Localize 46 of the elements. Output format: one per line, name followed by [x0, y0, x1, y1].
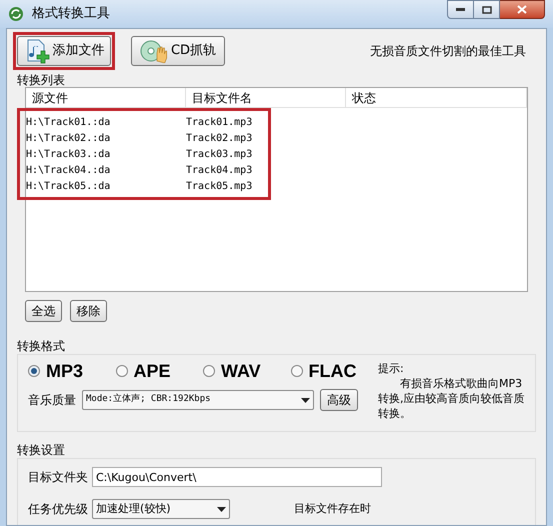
table-cell-text: H:\Track01.:da — [26, 116, 112, 130]
minimize-button[interactable] — [447, 0, 474, 19]
folder-label: 目标文件夹 — [28, 469, 88, 486]
table-cell-text: Track05.mp3 — [186, 180, 252, 194]
quality-label: 音乐质量 — [28, 392, 76, 409]
table-cell-text: H:\Track03.:da — [26, 148, 112, 162]
table-cell-text: Track01.mp3 — [186, 116, 252, 130]
table-cell-text: H:\Track05.:da — [26, 180, 112, 194]
column-header[interactable]: 目标文件名 — [186, 88, 346, 107]
maximize-icon — [482, 6, 492, 14]
remove-button[interactable]: 移除 — [70, 300, 107, 322]
table-cell-text: H:\Track02.:da — [26, 132, 112, 146]
format-radio[interactable]: FLAC — [290, 358, 378, 384]
quality-dropdown[interactable]: Mode:立体声; CBR:192Kbps — [82, 390, 314, 410]
format-radio[interactable]: MP3 — [28, 358, 116, 384]
table-cell-text: Track03.mp3 — [186, 148, 252, 162]
table-cell-text: Track04.mp3 — [186, 164, 252, 178]
settings-title: 转换设置 — [17, 442, 66, 458]
list-title: 转换列表 — [17, 73, 66, 87]
exists-label: 目标文件存在时 — [294, 500, 371, 517]
minimize-icon — [456, 8, 465, 11]
format-title: 转换格式 — [17, 338, 66, 354]
folder-field[interactable]: C:\Kugou\Convert\ — [92, 467, 382, 487]
add-file-button[interactable]: 添加文件 — [17, 36, 111, 66]
column-header[interactable]: 源文件 — [26, 88, 186, 107]
cd-rip-button[interactable]: CD抓轨 — [131, 36, 225, 66]
cd-hand-icon — [140, 39, 168, 63]
priority-dropdown[interactable]: 加速处理(较快) — [92, 499, 230, 519]
advanced-button[interactable]: 高级 — [320, 389, 358, 411]
hint-text: 有损音乐格式歌曲向MP3转换,应由较高音质向较低音质转换。 — [378, 376, 526, 421]
hint-title: 提示: — [378, 361, 405, 376]
select-all-button[interactable]: 全选 — [25, 300, 62, 322]
table-cell-text: H:\Track04.:da — [26, 164, 112, 178]
window-title: 格式转换工具 — [32, 5, 110, 24]
app-logo-icon — [8, 6, 24, 22]
caret-icon — [301, 398, 310, 402]
table-cell-text: Track02.mp3 — [186, 132, 252, 146]
close-icon — [517, 5, 527, 14]
slogan-text: 无损音质文件切割的最佳工具 — [370, 43, 526, 60]
format-radio[interactable]: WAV — [203, 358, 290, 384]
close-button[interactable] — [500, 0, 545, 19]
priority-label: 任务优先级 — [28, 501, 88, 518]
maximize-button[interactable] — [474, 0, 500, 19]
format-radio[interactable]: APE — [116, 358, 203, 384]
caret-icon — [217, 506, 226, 512]
column-header[interactable]: 状态 — [346, 88, 527, 107]
